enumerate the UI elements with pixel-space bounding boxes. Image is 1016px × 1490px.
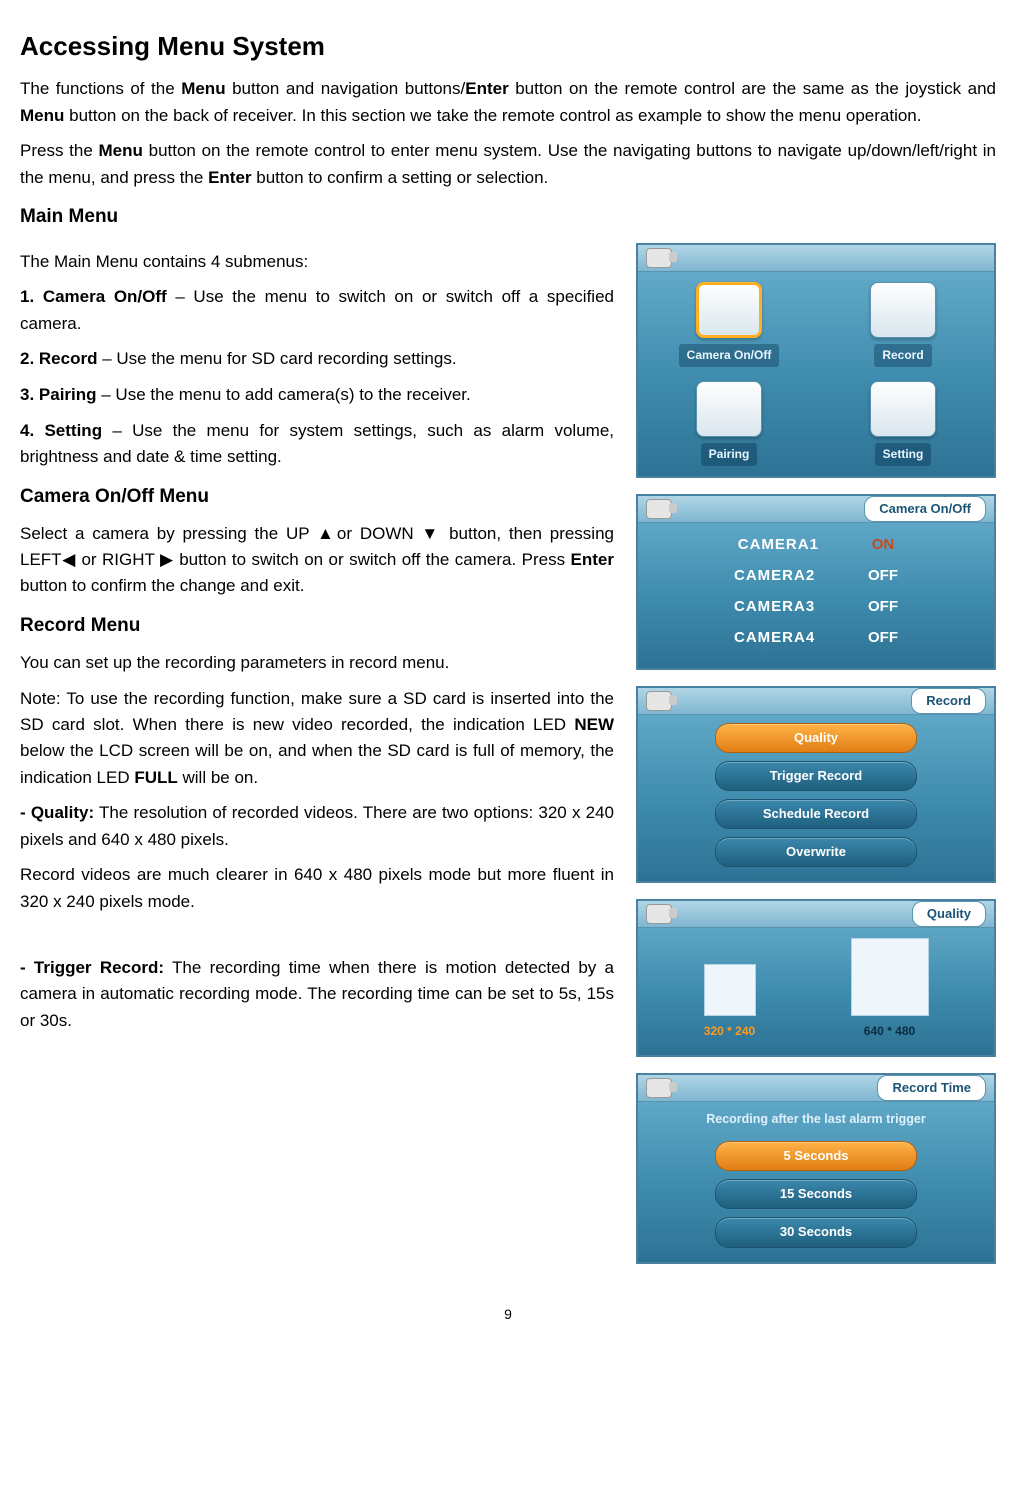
submenu-3-name: 3. Pairing	[20, 385, 97, 404]
text-run: Select a camera by pressing the UP ▲or D…	[20, 524, 614, 569]
submenu-2-name: 2. Record	[20, 349, 97, 368]
text-run: below the LCD screen will be on, and whe…	[20, 741, 614, 786]
screen-title-pill: Record	[911, 688, 986, 714]
resolution-option-small	[704, 964, 756, 1016]
quality-paragraph: - Quality: The resolution of recorded vi…	[20, 800, 614, 853]
submenu-2: 2. Record – Use the menu for SD card rec…	[20, 346, 614, 372]
camera-state: OFF	[868, 564, 898, 587]
text-run: button and navigation buttons/	[226, 79, 466, 98]
submenu-2-desc: – Use the menu for SD card recording set…	[97, 349, 456, 368]
text-run: Press the	[20, 141, 99, 160]
enter-keyword: Enter	[465, 79, 508, 98]
record-time-subtitle: Recording after the last alarm trigger	[706, 1110, 926, 1129]
submenu-1-name: 1. Camera On/Off	[20, 287, 167, 306]
camera-name: CAMERA2	[734, 564, 844, 587]
menu-pill-30s: 30 Seconds	[715, 1217, 917, 1247]
record-note-paragraph: Note: To use the recording function, mak…	[20, 686, 614, 791]
resolution-label: 640 * 480	[864, 1022, 915, 1041]
submenu-1: 1. Camera On/Off – Use the menu to switc…	[20, 284, 614, 337]
page-number: 9	[20, 1304, 996, 1326]
page-title: Accessing Menu System	[20, 26, 996, 66]
resolution-label: 320 * 240	[704, 1022, 755, 1041]
setting-icon	[870, 381, 936, 437]
text-run: button on the remote control are the sam…	[509, 79, 996, 98]
camera-onoff-screenshot: Camera On/Off CAMERA1 ON CAMERA2 OFF CAMER…	[636, 494, 996, 670]
record-icon	[870, 282, 936, 338]
enter-keyword: Enter	[208, 168, 251, 187]
menu-keyword: Menu	[181, 79, 225, 98]
enter-keyword: Enter	[571, 550, 614, 569]
submenu-4-name: 4. Setting	[20, 421, 102, 440]
quality-label: - Quality:	[20, 803, 94, 822]
camera-name: CAMERA3	[734, 595, 844, 618]
full-led-keyword: FULL	[134, 768, 177, 787]
menu-pill-15s: 15 Seconds	[715, 1179, 917, 1209]
trigger-record-label: - Trigger Record:	[20, 958, 164, 977]
pairing-icon	[696, 381, 762, 437]
quality-screenshot: Quality 320 * 240 640 * 480	[636, 899, 996, 1057]
record-menu-heading: Record Menu	[20, 611, 614, 640]
camera-onoff-icon	[696, 282, 762, 338]
menu-keyword: Menu	[99, 141, 143, 160]
menu-pill-overwrite: Overwrite	[715, 837, 917, 867]
text-run: button to confirm the change and exit.	[20, 576, 304, 595]
menu-item-label: Record	[874, 344, 931, 367]
camera-state: OFF	[868, 626, 898, 649]
menu-item-label: Camera On/Off	[679, 344, 780, 367]
text-run: will be on.	[178, 768, 258, 787]
screen-title-pill: Camera On/Off	[864, 496, 986, 522]
camera-icon	[646, 691, 672, 711]
menu-pill-trigger-record: Trigger Record	[715, 761, 917, 791]
intro-paragraph-1: The functions of the Menu button and nav…	[20, 76, 996, 129]
text-run: button to confirm a setting or selection…	[252, 168, 549, 187]
submenu-3: 3. Pairing – Use the menu to add camera(…	[20, 382, 614, 408]
camera-icon	[646, 904, 672, 924]
submenu-4: 4. Setting – Use the menu for system set…	[20, 418, 614, 471]
screen-title-pill: Quality	[912, 901, 986, 927]
camera-name: CAMERA1	[738, 533, 848, 556]
new-led-keyword: NEW	[574, 715, 614, 734]
menu-item-label: Pairing	[701, 443, 758, 466]
main-menu-screenshot: Camera On/Off Record Pairing Setting	[636, 243, 996, 477]
camera-name: CAMERA4	[734, 626, 844, 649]
menu-item-label: Setting	[875, 443, 932, 466]
camera-icon	[646, 248, 672, 268]
menu-pill-quality: Quality	[715, 723, 917, 753]
text-run: button on the back of receiver. In this …	[64, 106, 921, 125]
menu-keyword: Menu	[20, 106, 64, 125]
menu-pill-5s: 5 Seconds	[715, 1141, 917, 1171]
trigger-record-paragraph: - Trigger Record: The recording time whe…	[20, 955, 614, 1034]
main-menu-intro: The Main Menu contains 4 submenus:	[20, 249, 614, 275]
text-run: Note: To use the recording function, mak…	[20, 689, 614, 734]
record-paragraph-1: You can set up the recording parameters …	[20, 650, 614, 676]
camera-onoff-paragraph: Select a camera by pressing the UP ▲or D…	[20, 521, 614, 600]
screen-title-pill: Record Time	[877, 1075, 986, 1101]
resolution-option-large	[851, 938, 929, 1016]
camera-icon	[646, 499, 672, 519]
submenu-3-desc: – Use the menu to add camera(s) to the r…	[97, 385, 471, 404]
text-run: The functions of the	[20, 79, 181, 98]
camera-state: ON	[872, 533, 895, 556]
camera-icon	[646, 1078, 672, 1098]
record-time-screenshot: Record Time Recording after the last ala…	[636, 1073, 996, 1264]
camera-onoff-heading: Camera On/Off Menu	[20, 482, 614, 511]
main-menu-heading: Main Menu	[20, 202, 996, 231]
record-menu-screenshot: Record Quality Trigger Record Schedule R…	[636, 686, 996, 884]
menu-pill-schedule-record: Schedule Record	[715, 799, 917, 829]
quality-desc: The resolution of recorded videos. There…	[20, 803, 614, 848]
submenu-4-desc: – Use the menu for system settings, such…	[20, 421, 614, 466]
quality-paragraph-2: Record videos are much clearer in 640 x …	[20, 862, 614, 915]
intro-paragraph-2: Press the Menu button on the remote cont…	[20, 138, 996, 191]
camera-state: OFF	[868, 595, 898, 618]
